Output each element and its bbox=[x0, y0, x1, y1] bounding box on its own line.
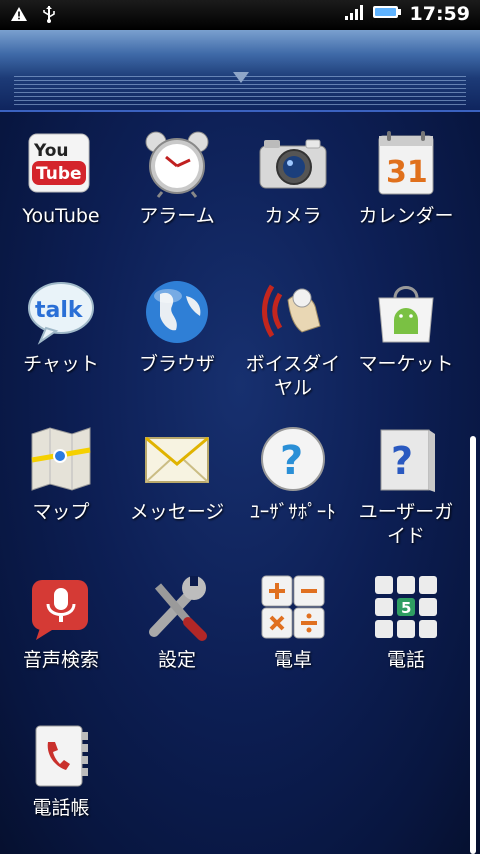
app-label: 音声検索 bbox=[22, 649, 99, 671]
scrollbar[interactable] bbox=[470, 436, 476, 854]
app-settings[interactable]: 設定 bbox=[119, 562, 235, 672]
calculator-icon bbox=[258, 572, 328, 642]
app-messages[interactable]: メッセージ bbox=[119, 414, 235, 524]
clock: 17:59 bbox=[409, 3, 470, 25]
app-youtube[interactable]: You Tube YouTube bbox=[3, 118, 119, 228]
globe-icon bbox=[142, 276, 212, 346]
camera-icon bbox=[258, 128, 328, 198]
app-market[interactable]: マーケット bbox=[348, 266, 464, 376]
app-label: チャット bbox=[23, 353, 99, 375]
battery-icon bbox=[372, 4, 402, 24]
svg-text:5: 5 bbox=[401, 599, 411, 617]
dialpad-icon: 5 bbox=[371, 572, 441, 642]
help-icon: ? bbox=[258, 424, 328, 494]
envelope-icon bbox=[142, 424, 212, 494]
map-icon bbox=[26, 424, 96, 494]
app-phonebook[interactable]: 電話帳 bbox=[3, 710, 119, 820]
app-label: カレンダー bbox=[358, 205, 454, 227]
app-calendar[interactable]: 31 カレンダー bbox=[348, 118, 464, 228]
calendar-icon: 31 bbox=[371, 128, 441, 198]
app-label: 電話 bbox=[386, 649, 425, 671]
app-maps[interactable]: マップ bbox=[3, 414, 119, 524]
app-voice-dial[interactable]: ボイスダイ ヤル bbox=[235, 266, 351, 400]
app-label: ブラウザ bbox=[138, 353, 215, 375]
signal-icon bbox=[344, 4, 364, 24]
app-label: アラーム bbox=[139, 205, 215, 227]
app-label: マップ bbox=[32, 501, 90, 523]
market-icon bbox=[371, 276, 441, 346]
svg-text:talk: talk bbox=[35, 298, 84, 323]
talk-icon: talk bbox=[26, 276, 96, 346]
svg-text:Tube: Tube bbox=[36, 164, 82, 184]
usb-icon bbox=[42, 5, 56, 27]
app-label: カメラ bbox=[264, 205, 322, 227]
app-label: マーケット bbox=[358, 353, 454, 375]
status-bar[interactable]: 17:59 bbox=[0, 0, 480, 30]
warning-icon bbox=[10, 6, 28, 26]
app-label: ボイスダイ ヤル bbox=[245, 353, 341, 399]
app-label: ユーザーガ イド bbox=[358, 501, 454, 547]
app-alarm[interactable]: アラーム bbox=[119, 118, 235, 228]
alarm-clock-icon bbox=[142, 128, 212, 198]
app-user-support[interactable]: ? ﾕｰｻﾞｻﾎﾟｰﾄ bbox=[235, 414, 351, 524]
app-browser[interactable]: ブラウザ bbox=[119, 266, 235, 376]
app-calculator[interactable]: 電卓 bbox=[235, 562, 351, 672]
app-chat[interactable]: talk チャット bbox=[3, 266, 119, 376]
youtube-icon: You Tube bbox=[26, 128, 96, 198]
user-guide-icon: ? bbox=[371, 424, 441, 494]
svg-text:?: ? bbox=[391, 439, 413, 483]
svg-text:?: ? bbox=[280, 438, 303, 484]
app-phone[interactable]: 5 電話 bbox=[348, 562, 464, 672]
collapse-arrow-icon[interactable] bbox=[233, 72, 249, 83]
app-voice-search[interactable]: 音声検索 bbox=[3, 562, 119, 672]
svg-text:31: 31 bbox=[386, 155, 428, 190]
microphone-icon bbox=[26, 572, 96, 642]
app-label: 電卓 bbox=[273, 649, 312, 671]
app-label: ﾕｰｻﾞｻﾎﾟｰﾄ bbox=[250, 501, 336, 523]
app-label: 電話帳 bbox=[32, 797, 90, 819]
phonebook-icon bbox=[26, 720, 96, 790]
launcher-header[interactable] bbox=[0, 30, 480, 112]
app-label: メッセージ bbox=[129, 501, 225, 523]
svg-text:You: You bbox=[33, 141, 69, 161]
voice-dial-icon bbox=[258, 276, 328, 346]
app-user-guide[interactable]: ? ユーザーガ イド bbox=[348, 414, 464, 548]
app-camera[interactable]: カメラ bbox=[235, 118, 351, 228]
app-label: 設定 bbox=[157, 649, 196, 671]
app-label: YouTube bbox=[22, 205, 100, 227]
settings-tools-icon bbox=[142, 572, 212, 642]
